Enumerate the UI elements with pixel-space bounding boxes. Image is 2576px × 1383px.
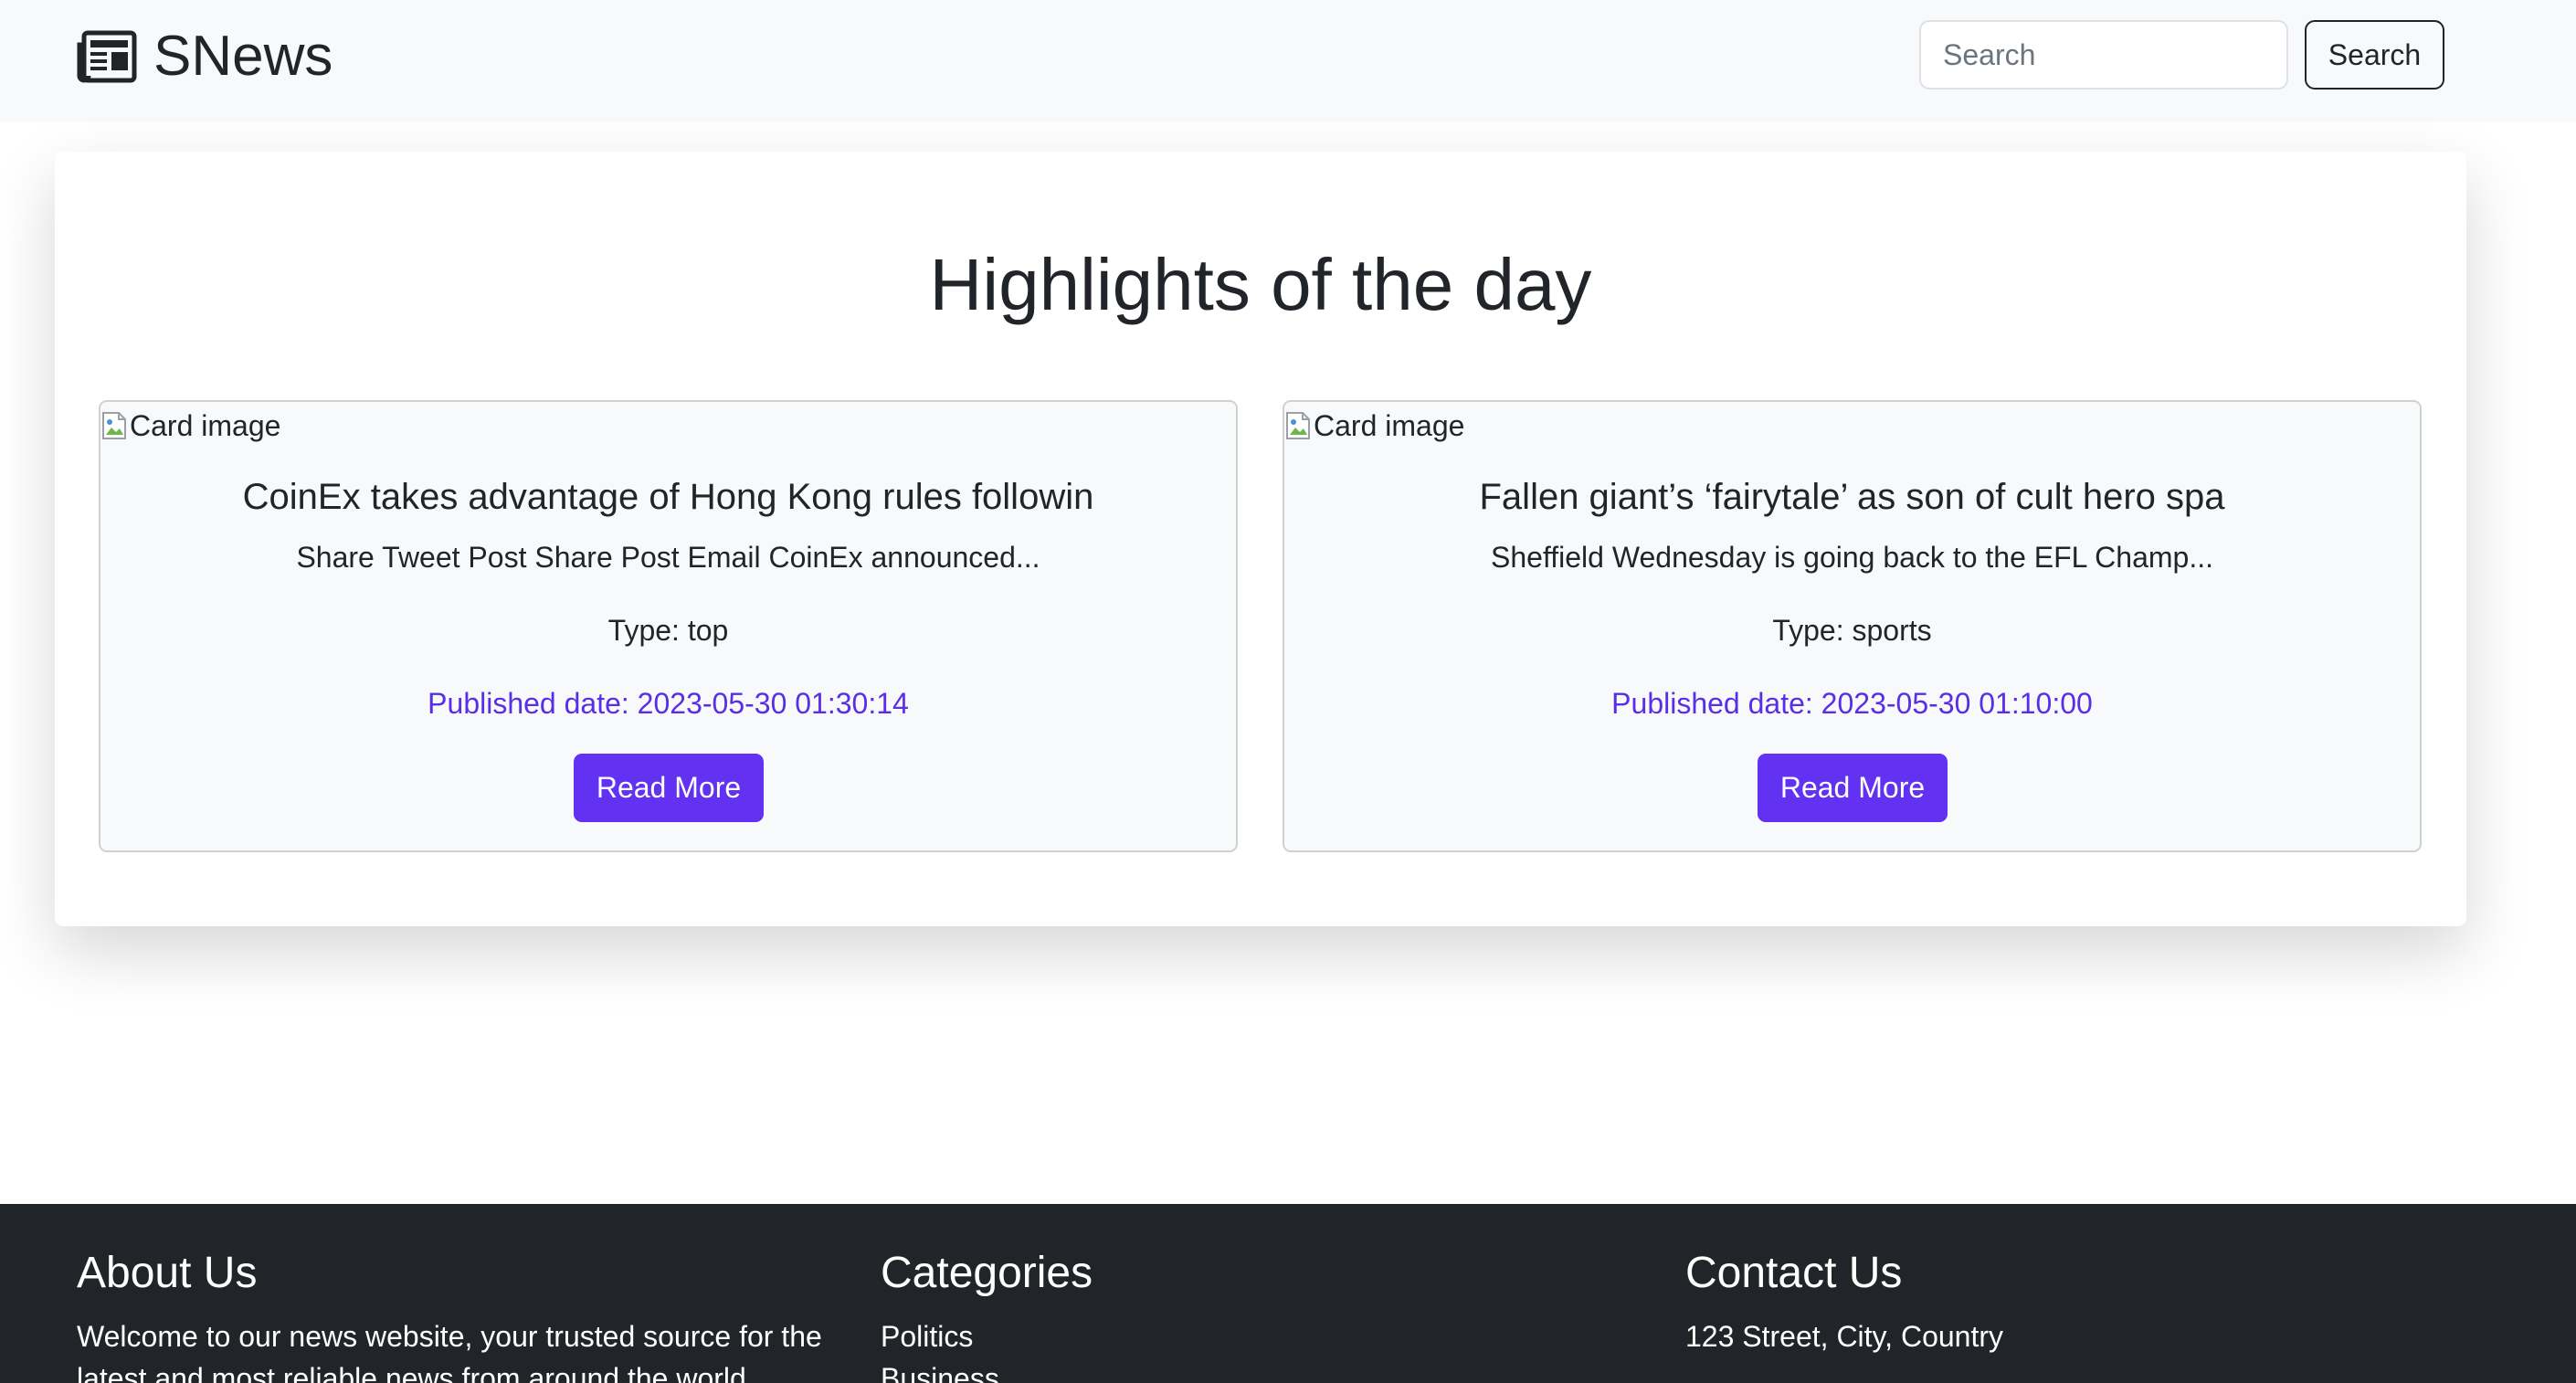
- page-title: Highlights of the day: [929, 244, 1592, 325]
- footer-about-text: Welcome to our news website, your truste…: [77, 1320, 822, 1383]
- card-type: Type: sports: [1772, 614, 1932, 647]
- read-more-button[interactable]: Read More: [1758, 754, 1948, 822]
- navbar: SNews Search: [0, 0, 2576, 121]
- card-description: Share Tweet Post Share Post Email CoinEx…: [296, 541, 1040, 574]
- search-input[interactable]: [1919, 20, 2288, 90]
- footer: About Us Welcome to our news website, yo…: [0, 1204, 2576, 1383]
- category-list: Politics Business: [881, 1315, 999, 1383]
- card-image: Card image: [1284, 402, 1464, 449]
- card-published-date: Published date: 2023-05-30 01:30:14: [428, 687, 909, 720]
- footer-contact-heading: Contact Us: [1685, 1249, 1903, 1297]
- card-image-alt: Card image: [1314, 409, 1465, 442]
- read-more-button[interactable]: Read More: [574, 754, 764, 822]
- card-type: Type: top: [607, 614, 729, 647]
- brand-name: SNews: [153, 25, 333, 88]
- brand-link[interactable]: SNews: [77, 20, 333, 93]
- broken-image-icon: [1286, 412, 1310, 439]
- category-link-business[interactable]: Business: [881, 1357, 999, 1383]
- footer-categories-heading: Categories: [881, 1249, 1093, 1297]
- card-image: Card image: [100, 402, 280, 449]
- card-title: CoinEx takes advantage of Hong Kong rule…: [242, 477, 1094, 517]
- footer-about-heading: About Us: [77, 1249, 258, 1297]
- card-published-date: Published date: 2023-05-30 01:10:00: [1611, 687, 2093, 720]
- card-image-alt: Card image: [130, 409, 281, 442]
- card-description: Sheffield Wednesday is going back to the…: [1491, 541, 2213, 574]
- card-title: Fallen giant’s ‘fairytale’ as son of cul…: [1479, 477, 2225, 517]
- category-link-politics[interactable]: Politics: [881, 1315, 999, 1357]
- news-card: Card image Fallen giant’s ‘fairytale’ as…: [1283, 400, 2422, 852]
- contact-address: 123 Street, City, Country: [1685, 1320, 2003, 1353]
- news-card: Card image CoinEx takes advantage of Hon…: [99, 400, 1238, 852]
- search-button[interactable]: Search: [2305, 20, 2444, 90]
- broken-image-icon: [102, 412, 126, 439]
- newspaper-icon: [77, 30, 137, 83]
